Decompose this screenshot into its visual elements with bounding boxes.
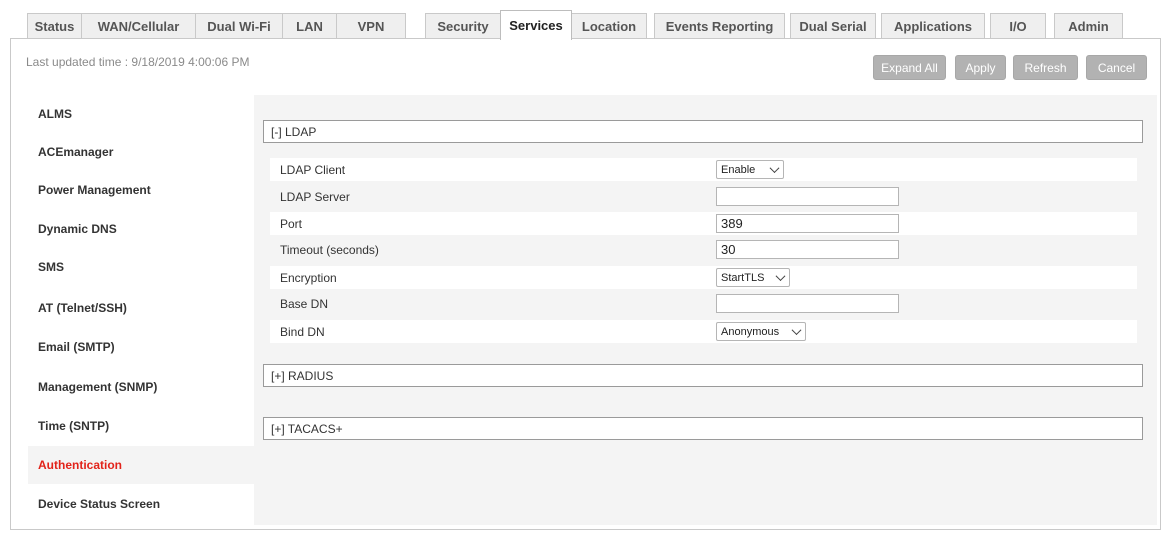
tab-events-reporting[interactable]: Events Reporting bbox=[654, 13, 785, 39]
sidebar-item-acemanager[interactable]: ACEmanager bbox=[28, 133, 254, 171]
tab-status[interactable]: Status bbox=[27, 13, 82, 39]
tab-io[interactable]: I/O bbox=[990, 13, 1046, 39]
encryption-label: Encryption bbox=[280, 270, 337, 285]
ldap-server-label: LDAP Server bbox=[280, 189, 350, 204]
ldap-client-label: LDAP Client bbox=[280, 162, 346, 177]
bind-dn-select[interactable]: Anonymous bbox=[716, 322, 806, 341]
tab-location[interactable]: Location bbox=[571, 13, 647, 39]
sidebar-item-device-status-screen[interactable]: Device Status Screen bbox=[28, 485, 254, 523]
chevron-down-icon bbox=[775, 271, 786, 282]
tacacs-section-header[interactable]: [+] TACACS+ bbox=[263, 417, 1143, 440]
sidebar-item-management-snmp[interactable]: Management (SNMP) bbox=[28, 368, 254, 406]
tab-dual-serial[interactable]: Dual Serial bbox=[790, 13, 876, 39]
encryption-value: StartTLS bbox=[721, 271, 765, 284]
cancel-button[interactable]: Cancel bbox=[1086, 55, 1147, 80]
tab-services[interactable]: Services bbox=[500, 10, 572, 40]
port-input[interactable]: 389 bbox=[716, 214, 899, 233]
timeout-row: Timeout (seconds) 30 bbox=[270, 238, 1137, 261]
main-tab-bar: Status WAN/Cellular Dual Wi-Fi LAN VPN S… bbox=[0, 0, 1173, 40]
sidebar-item-authentication[interactable]: Authentication bbox=[28, 446, 254, 484]
base-dn-label: Base DN bbox=[280, 296, 329, 311]
ldap-client-value: Enable bbox=[721, 163, 756, 176]
timeout-label: Timeout (seconds) bbox=[280, 242, 379, 257]
radius-section-header[interactable]: [+] RADIUS bbox=[263, 364, 1143, 387]
ldap-client-select[interactable]: Enable bbox=[716, 160, 784, 179]
sidebar-item-alms[interactable]: ALMS bbox=[28, 95, 254, 133]
base-dn-row: Base DN bbox=[270, 292, 1137, 315]
port-label: Port bbox=[280, 216, 303, 231]
sidebar-item-email-smtp[interactable]: Email (SMTP) bbox=[28, 328, 254, 366]
tab-security[interactable]: Security bbox=[425, 13, 501, 39]
authentication-content: [-] LDAP LDAP Client Enable LDAP Server … bbox=[254, 95, 1157, 525]
apply-button[interactable]: Apply bbox=[955, 55, 1006, 80]
sidebar-item-time-sntp[interactable]: Time (SNTP) bbox=[28, 407, 254, 445]
tab-vpn[interactable]: VPN bbox=[336, 13, 406, 39]
port-row: Port 389 bbox=[270, 212, 1137, 235]
expand-all-button[interactable]: Expand All bbox=[873, 55, 946, 80]
chevron-down-icon bbox=[769, 163, 780, 174]
tab-dual-wifi[interactable]: Dual Wi-Fi bbox=[195, 13, 283, 39]
bind-dn-value: Anonymous bbox=[721, 325, 780, 338]
ldap-client-row: LDAP Client Enable bbox=[270, 158, 1137, 181]
sidebar-item-power-management[interactable]: Power Management bbox=[28, 171, 254, 209]
ldap-server-row: LDAP Server bbox=[270, 185, 1137, 208]
services-sidebar: ALMS ACEmanager Power Management Dynamic… bbox=[28, 95, 254, 525]
bind-dn-row: Bind DN Anonymous bbox=[270, 320, 1137, 343]
tab-wan-cellular[interactable]: WAN/Cellular bbox=[81, 13, 196, 39]
ldap-server-input[interactable] bbox=[716, 187, 899, 206]
sidebar-item-at-telnet-ssh[interactable]: AT (Telnet/SSH) bbox=[28, 289, 254, 327]
tab-admin[interactable]: Admin bbox=[1054, 13, 1123, 39]
sidebar-item-dynamic-dns[interactable]: Dynamic DNS bbox=[28, 210, 254, 248]
sidebar-item-sms[interactable]: SMS bbox=[28, 248, 254, 286]
ldap-section-header[interactable]: [-] LDAP bbox=[263, 120, 1143, 143]
chevron-down-icon bbox=[791, 325, 802, 336]
last-updated-text: Last updated time : 9/18/2019 4:00:06 PM bbox=[26, 55, 250, 69]
bind-dn-label: Bind DN bbox=[280, 324, 325, 339]
timeout-input[interactable]: 30 bbox=[716, 240, 899, 259]
refresh-button[interactable]: Refresh bbox=[1013, 55, 1078, 80]
base-dn-input[interactable] bbox=[716, 294, 899, 313]
tab-lan[interactable]: LAN bbox=[282, 13, 337, 39]
tab-applications[interactable]: Applications bbox=[881, 13, 985, 39]
encryption-row: Encryption StartTLS bbox=[270, 266, 1137, 289]
encryption-select[interactable]: StartTLS bbox=[716, 268, 790, 287]
